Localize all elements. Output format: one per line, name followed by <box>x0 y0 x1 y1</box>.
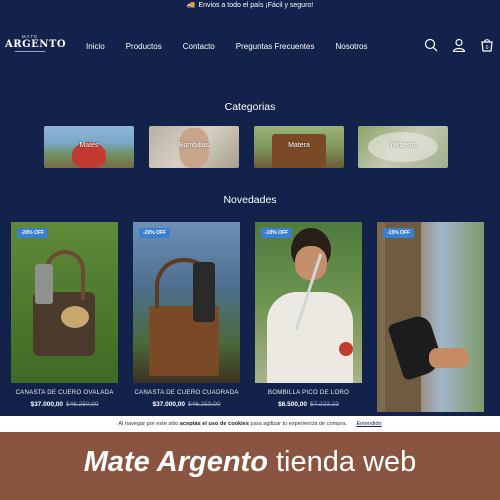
product-price: $37.000,00 <box>152 401 185 408</box>
product-old-price: $7.222,22 <box>310 401 339 408</box>
category-card-yerberos[interactable]: Yerberos <box>358 126 448 168</box>
cookie-text-prefix: Al navegar por este sitio <box>118 421 179 427</box>
product-card[interactable]: -20% OFF CANASTA DE CUERO CUADRADA $37.0… <box>133 222 240 408</box>
category-card-matera[interactable]: Matera <box>254 126 344 168</box>
product-grid: -20% OFF CANASTA DE CUERO OVALADA $37.00… <box>0 222 500 412</box>
categories-title: Categorias <box>224 101 276 113</box>
discount-badge: -20% OFF <box>17 228 49 238</box>
product-card[interactable]: -15% OFF <box>377 222 484 412</box>
nav-item-nosotros[interactable]: Nosotros <box>335 42 367 51</box>
truck-icon: 🚚 <box>186 2 196 9</box>
category-label: Matera <box>288 142 310 149</box>
discount-badge: -20% OFF <box>139 228 171 238</box>
user-icon[interactable] <box>452 38 466 53</box>
category-label: Bombillas <box>178 142 210 149</box>
product-card[interactable]: -20% OFF CANASTA DE CUERO OVALADA $37.00… <box>11 222 118 408</box>
logo-big-text: ARGENTO <box>5 39 67 50</box>
product-card[interactable]: -10% OFF BOMBILLA PICO DE LORO $6.500,00… <box>255 222 362 408</box>
cart-icon[interactable]: 0 <box>480 38 494 52</box>
product-image[interactable]: -20% OFF <box>133 222 240 383</box>
cookie-text-bold: aceptás el uso de cookies <box>179 421 249 427</box>
cookie-text-suffix: para agilizar tu experiencia de compra. <box>250 421 347 427</box>
nav-item-preguntas-frecuentes[interactable]: Preguntas Frecuentes <box>236 42 315 51</box>
category-list: Mates Bombillas Matera Yerberos <box>44 126 448 168</box>
category-card-mates[interactable]: Mates <box>44 126 134 168</box>
main-nav: Inicio Productos Contacto Preguntas Frec… <box>86 42 388 51</box>
banner-text: Mate Argento tienda web <box>0 446 500 479</box>
category-label: Yerberos <box>389 142 417 149</box>
banner-brand: Mate Argento <box>83 446 268 478</box>
cookie-banner: Al navegar por este sitio aceptás el uso… <box>0 416 500 432</box>
cart-count: 0 <box>486 45 489 51</box>
novedades-title: Novedades <box>223 194 277 206</box>
announcement-text: Envios a todo el país ¡Fácil y seguro! <box>198 2 314 9</box>
header-icons: 0 <box>424 38 494 53</box>
announcement-bar: 🚚 Envios a todo el país ¡Fácil y seguro! <box>0 0 500 14</box>
product-price: $6.500,00 <box>278 401 307 408</box>
cookie-accept-button[interactable]: Entendido <box>356 421 381 427</box>
site-header: MATE ARGENTO Inicio Productos Contacto P… <box>0 30 500 66</box>
product-price: $37.000,00 <box>30 401 63 408</box>
product-name[interactable]: CANASTA DE CUERO CUADRADA <box>133 389 240 396</box>
nav-item-inicio[interactable]: Inicio <box>86 42 105 51</box>
product-old-price: $46.250,00 <box>66 401 99 408</box>
product-name[interactable]: CANASTA DE CUERO OVALADA <box>11 389 118 396</box>
product-image[interactable]: -10% OFF <box>255 222 362 383</box>
category-label: Mates <box>79 142 99 149</box>
nav-item-productos[interactable]: Productos <box>126 42 162 51</box>
site-logo[interactable]: MATE ARGENTO <box>5 34 67 62</box>
product-name[interactable]: BOMBILLA PICO DE LORO <box>255 389 362 396</box>
matera-image <box>272 134 326 168</box>
search-icon[interactable] <box>424 38 438 52</box>
product-image[interactable]: -15% OFF <box>377 222 484 412</box>
banner-rest: tienda web <box>276 446 417 478</box>
category-card-bombillas[interactable]: Bombillas <box>149 126 239 168</box>
product-image[interactable]: -20% OFF <box>11 222 118 383</box>
product-old-price: $46.250,00 <box>188 401 221 408</box>
logo-underline <box>15 51 45 52</box>
nav-item-contacto[interactable]: Contacto <box>183 42 215 51</box>
discount-badge: -10% OFF <box>261 228 293 238</box>
promo-banner: Mate Argento tienda web <box>0 432 500 500</box>
discount-badge: -15% OFF <box>383 228 415 238</box>
